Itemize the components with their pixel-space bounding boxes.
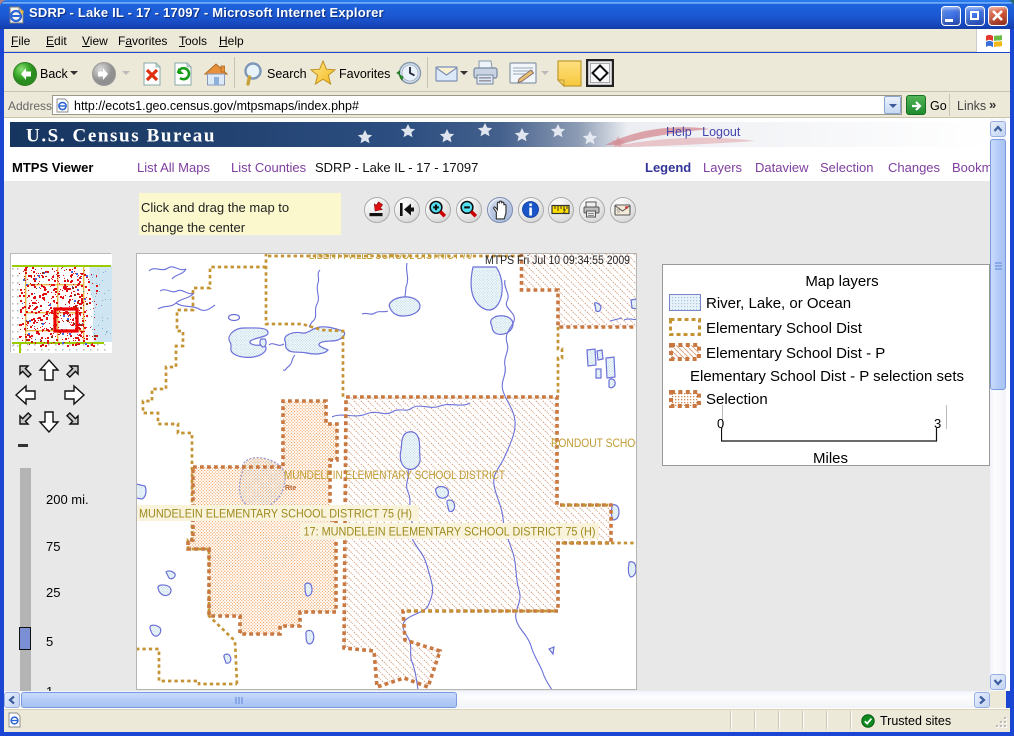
svg-text:MUNDELEIN ELEMENTARY SCHOOL DI: MUNDELEIN ELEMENTARY SCHOOL DISTRICT — [284, 468, 506, 482]
svg-text:U.S. Census Bureau: U.S. Census Bureau — [26, 126, 216, 147]
svg-text:LIBERTYVILLE SCHOOL DISTRICT 7: LIBERTYVILLE SCHOOL DISTRICT 70 — [309, 253, 472, 262]
svg-text:MUNDELEIN ELEMENTARY SCHOOL DI: MUNDELEIN ELEMENTARY SCHOOL DISTRICT 75 … — [139, 507, 412, 521]
svg-text:MTPS Fri Jul 10 09:34:55 2009: MTPS Fri Jul 10 09:34:55 2009 — [485, 255, 630, 267]
svg-text:17: MUNDELEIN ELEMENTARY SCHOO: 17: MUNDELEIN ELEMENTARY SCHOOL DISTRICT… — [304, 525, 596, 539]
svg-text:RONDOUT SCHOOL: RONDOUT SCHOOL — [551, 436, 637, 450]
svg-text:2: 2 — [563, 209, 566, 215]
svg-text:Rte: Rte — [285, 485, 296, 492]
